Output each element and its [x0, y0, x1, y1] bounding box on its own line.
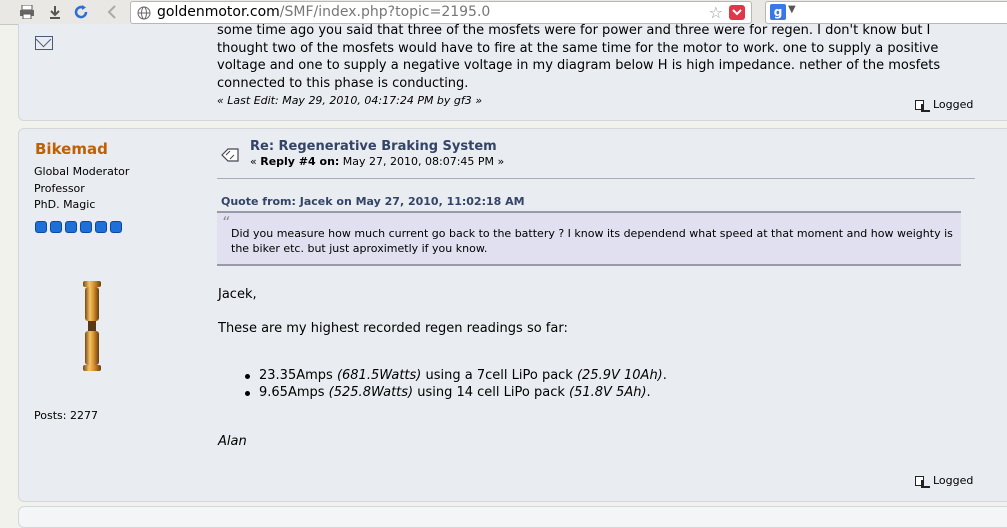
pocket-icon[interactable]	[729, 5, 745, 20]
rank-star-icon	[65, 221, 77, 233]
reading-end: .	[662, 368, 667, 383]
reply-date: May 27, 2010, 08:07:45 PM »	[342, 155, 505, 168]
list-item: 9.65Amps (525.8Watts) using 14 cell LiPo…	[244, 385, 667, 402]
post-divider	[217, 178, 975, 179]
list-item: 23.35Amps (681.5Watts) using a 7cell LiP…	[244, 368, 667, 385]
reading-pack: (51.8V 5Ah)	[569, 385, 647, 400]
ip-logged-icon	[915, 475, 930, 488]
reading-desc: using a 7cell LiPo pack	[421, 368, 577, 383]
globe-icon	[137, 5, 151, 20]
signature: Alan	[218, 434, 247, 449]
post-body: some time ago you said that three of the…	[217, 23, 941, 91]
poster-group: Global Moderator	[34, 165, 130, 178]
quote-block: “ Did you measure how much current go ba…	[217, 211, 961, 266]
bookmark-star-icon[interactable]: ☆	[709, 3, 723, 22]
poster-rank: Professor	[34, 182, 85, 195]
download-icon[interactable]	[46, 3, 64, 21]
post-count: Posts: 2277	[34, 409, 98, 422]
readings-list: 23.35Amps (681.5Watts) using a 7cell LiP…	[244, 368, 667, 402]
rank-star-icon	[110, 221, 122, 233]
rank-stars	[35, 221, 122, 233]
poster-name[interactable]: Bikemad	[35, 140, 108, 158]
reload-icon[interactable]	[72, 3, 90, 21]
reading-watts: (681.5Watts)	[336, 368, 422, 383]
post-subject-link[interactable]: Re: Regenerative Braking System	[250, 139, 497, 154]
logged-indicator: Logged	[915, 474, 974, 488]
quote-header-link[interactable]: Quote from: Jacek on May 27, 2010, 11:02…	[221, 195, 525, 208]
back-icon[interactable]	[103, 3, 121, 21]
rank-star-icon	[35, 221, 47, 233]
search-box[interactable]: g ▼	[765, 1, 1007, 24]
logged-indicator: Logged	[915, 98, 974, 112]
avatar	[81, 281, 103, 371]
email-icon[interactable]	[35, 36, 53, 50]
reading-watts: (525.8Watts)	[328, 385, 414, 400]
last-edit-note: « Last Edit: May 29, 2010, 04:17:24 PM b…	[217, 94, 483, 107]
post-next	[18, 506, 1007, 528]
reply-info: « Reply #4 on: May 27, 2010, 08:07:45 PM…	[250, 155, 504, 168]
post-reply-4: Bikemad Global Moderator Professor PhD. …	[18, 128, 1007, 502]
logged-label: Logged	[933, 474, 974, 487]
url-path: /SMF/index.php?topic=2195.0	[279, 4, 491, 20]
rank-star-icon	[50, 221, 62, 233]
poster-title: PhD. Magic	[34, 198, 96, 211]
reply-number[interactable]: Reply #4 on:	[260, 155, 339, 168]
url-domain: goldenmotor.com	[157, 4, 280, 20]
address-bar[interactable]: goldenmotor.com/SMF/index.php?topic=2195…	[130, 1, 752, 24]
quote-mark-icon: “	[222, 213, 231, 232]
rank-star-icon	[95, 221, 107, 233]
reply-prefix: «	[250, 155, 257, 168]
intro-text: These are my highest recorded regen read…	[218, 321, 568, 336]
logged-label: Logged	[933, 98, 974, 111]
chevron-down-icon[interactable]: ▼	[788, 4, 796, 15]
url-text: goldenmotor.com/SMF/index.php?topic=2195…	[157, 4, 490, 20]
post-previous: some time ago you said that three of the…	[18, 23, 1007, 121]
rank-star-icon	[80, 221, 92, 233]
quote-text: Did you measure how much current go back…	[231, 227, 953, 255]
reading-amps: 9.65Amps	[259, 385, 329, 400]
search-engine-icon[interactable]: g	[770, 4, 786, 20]
reading-pack: (25.9V 10Ah)	[576, 368, 663, 383]
greeting: Jacek,	[218, 287, 257, 302]
reading-end: .	[646, 385, 651, 400]
print-icon[interactable]	[18, 3, 36, 21]
reading-desc: using 14 cell LiPo pack	[413, 385, 570, 400]
reading-amps: 23.35Amps	[259, 368, 337, 383]
topic-icon	[221, 147, 239, 162]
ip-logged-icon	[915, 99, 930, 112]
